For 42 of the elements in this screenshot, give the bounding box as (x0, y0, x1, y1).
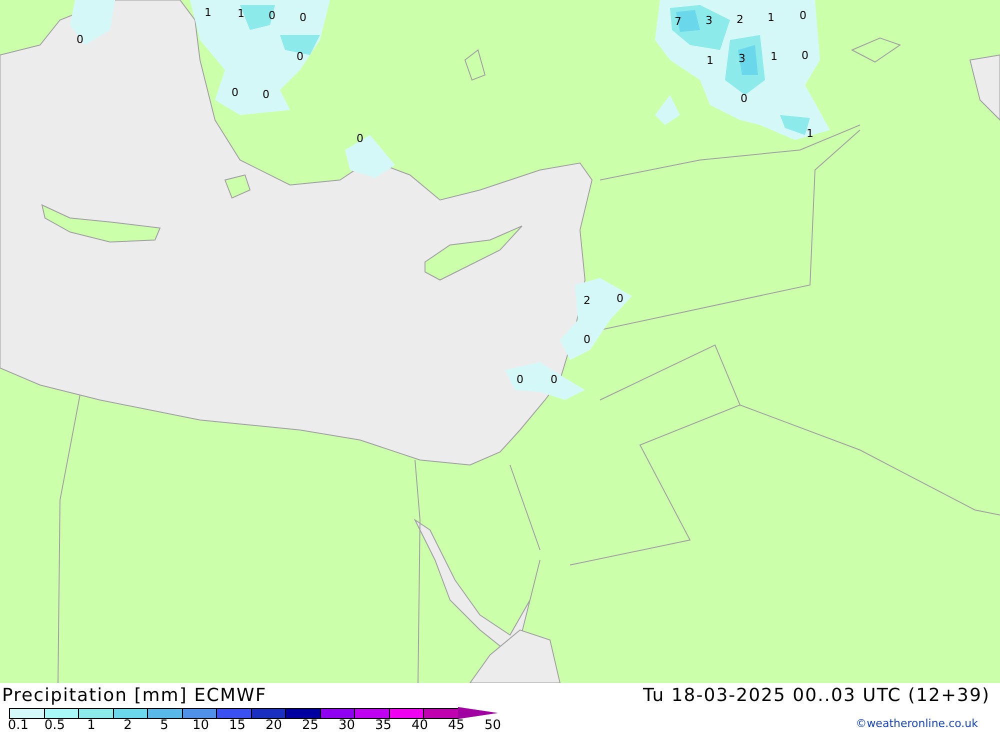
precipitation-value: 1 (770, 50, 778, 63)
precipitation-value: 1 (706, 54, 714, 67)
precipitation-value: 1 (806, 127, 814, 140)
legend-label: 2 (122, 719, 133, 733)
legend-label: 30 (337, 719, 356, 733)
precipitation-value: 7 (674, 15, 682, 28)
precipitation-value: 0 (300, 11, 306, 24)
precipitation-value: 0 (740, 92, 748, 105)
legend-label: 50 (483, 719, 502, 733)
precipitation-value: 0 (550, 373, 558, 386)
valid-time: Tu 18-03-2025 00..03 UTC (12+39) (642, 684, 990, 706)
legend-label: 35 (374, 719, 393, 733)
precipitation-value: 1 (768, 11, 774, 24)
legend-label: 40 (410, 719, 430, 733)
precipitation-value: 3 (738, 52, 746, 65)
precipitation-value: 2 (584, 294, 590, 307)
precipitation-value: 0 (268, 9, 276, 22)
precipitation-value: 0 (616, 292, 624, 305)
precipitation-value: 0 (800, 9, 806, 22)
legend-label: 15 (228, 719, 247, 733)
credit-link[interactable]: ©weatheronline.co.uk (856, 717, 978, 730)
legend-label: 5 (159, 719, 170, 733)
precipitation-value: 1 (238, 7, 244, 20)
precipitation-value: 3 (706, 14, 712, 27)
precipitation-value: 0 (584, 333, 590, 346)
legend-label: 45 (446, 719, 466, 733)
precipitation-value: 0 (296, 50, 304, 63)
legend-label: 1 (86, 719, 96, 733)
legend-label: 0.5 (43, 719, 66, 733)
precipitation-value: 0 (262, 88, 270, 101)
precipitation-value: 2 (736, 13, 744, 26)
legend-label: 20 (264, 719, 284, 733)
legend-label: 10 (191, 719, 210, 733)
precipitation-value: 0 (516, 373, 524, 386)
precipitation-value: 1 (204, 6, 212, 19)
precipitation-value: 0 (76, 33, 84, 46)
precipitation-value: 0 (356, 132, 364, 145)
precipitation-value: 0 (232, 86, 238, 99)
precipitation-value: 0 (802, 49, 808, 62)
legend-label: 25 (300, 719, 320, 733)
map-title: Precipitation [mm] ECMWF (2, 684, 267, 706)
legend-label: 0.1 (6, 719, 30, 733)
